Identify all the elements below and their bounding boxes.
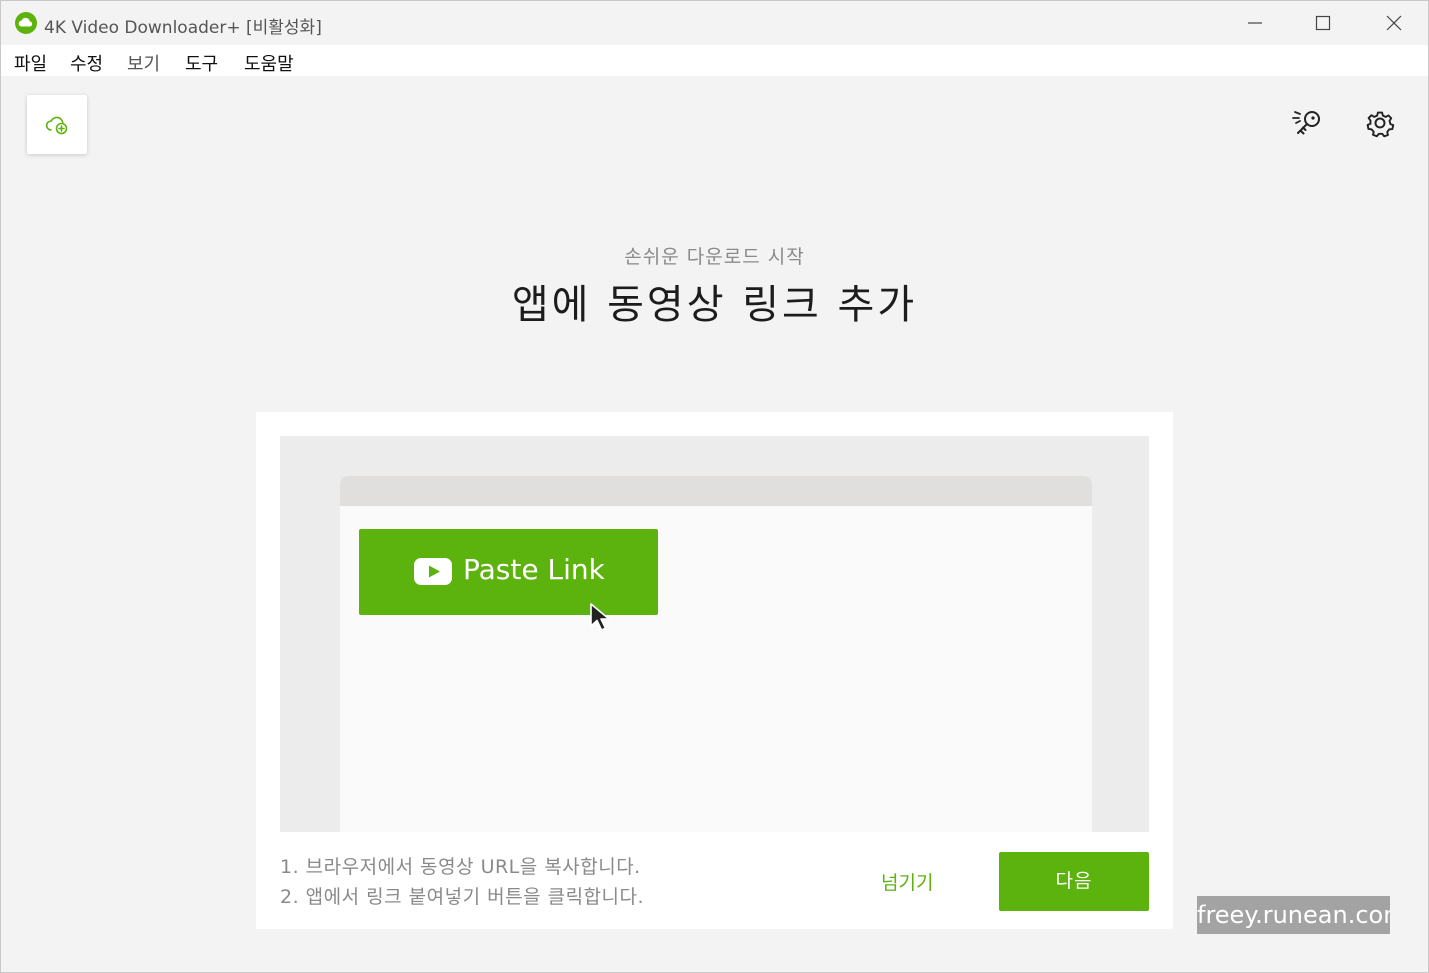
browser-mockup: Paste Link: [340, 476, 1092, 832]
paste-link-illustration: Paste Link: [359, 529, 658, 631]
instruction-step-2: 2. 앱에서 링크 붙여넣기 버튼을 클릭합니다.: [280, 886, 645, 908]
minimize-button[interactable]: [1225, 1, 1285, 45]
cursor-icon: [590, 603, 610, 631]
magic-key-icon: [1292, 111, 1320, 135]
app-window: 4K Video Downloader+ [비활성화] 파일 수정 보기 도구 …: [0, 0, 1429, 973]
maximize-button[interactable]: [1293, 1, 1353, 45]
browser-toolbar: [340, 476, 1092, 506]
menu-file[interactable]: 파일: [14, 50, 47, 76]
menu-edit[interactable]: 수정: [70, 50, 103, 76]
add-link-button[interactable]: [27, 95, 87, 154]
paste-link-label: Paste Link: [463, 553, 605, 586]
gear-icon: [1366, 111, 1395, 138]
menu-bar: 파일 수정 보기 도구 도움말: [1, 45, 1428, 76]
watermark: freey.runean.com: [1197, 896, 1390, 934]
title-bar[interactable]: 4K Video Downloader+ [비활성화]: [1, 1, 1428, 45]
tutorial-illustration: Paste Link: [280, 436, 1149, 832]
close-button[interactable]: [1364, 1, 1424, 45]
app-logo-icon: [14, 11, 38, 35]
menu-tools[interactable]: 도구: [185, 50, 218, 76]
youtube-icon: [414, 558, 452, 585]
menu-view[interactable]: 보기: [127, 50, 160, 76]
onboarding-subtitle: 손쉬운 다운로드 시작: [624, 246, 805, 268]
smart-mode-button[interactable]: [1291, 106, 1325, 140]
window-title: 4K Video Downloader+ [비활성화]: [44, 18, 322, 38]
main-content: 손쉬운 다운로드 시작 앱에 동영상 링크 추가 Paste Link 1. 브…: [1, 76, 1428, 972]
menu-help[interactable]: 도움말: [244, 50, 294, 76]
skip-button[interactable]: 넘기기: [881, 868, 933, 895]
onboarding-card: Paste Link 1. 브라우저에서 동영상 URL을 복사합니다. 2. …: [256, 412, 1173, 929]
cloud-add-icon: [45, 116, 68, 135]
instruction-list: 1. 브라우저에서 동영상 URL을 복사합니다. 2. 앱에서 링크 붙여넣기…: [280, 852, 644, 912]
onboarding-title: 앱에 동영상 링크 추가: [511, 282, 918, 328]
settings-button[interactable]: [1363, 106, 1397, 140]
instruction-step-1: 1. 브라우저에서 동영상 URL을 복사합니다.: [280, 856, 641, 878]
next-button[interactable]: 다음: [999, 852, 1149, 911]
